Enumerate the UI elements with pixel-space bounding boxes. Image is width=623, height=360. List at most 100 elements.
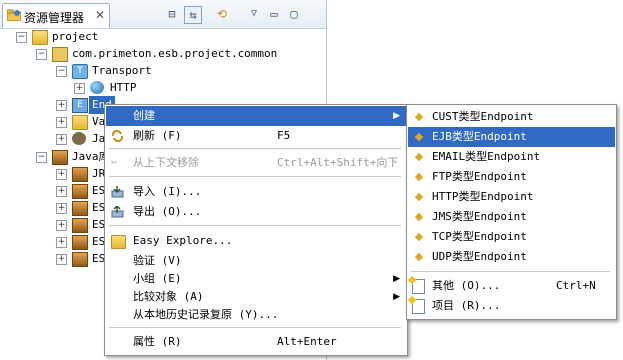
submenu-item-email[interactable]: EMAIL类型Endpoint bbox=[408, 147, 615, 167]
menu-item-compare[interactable]: 比较对象 (A) ▶ bbox=[106, 287, 406, 307]
menu-item-validate[interactable]: 验证 (V) bbox=[106, 251, 406, 271]
menu-item-create[interactable]: 创建 ▶ bbox=[106, 106, 406, 126]
menu-item-label: TCP类型Endpoint bbox=[432, 230, 527, 243]
menu-item-label: Easy Explore... bbox=[133, 234, 233, 247]
endpoint-diamond-icon bbox=[414, 152, 424, 162]
expand-toggle-icon[interactable]: + bbox=[56, 220, 67, 231]
jar-icon bbox=[72, 218, 88, 233]
endpoint-diamond-icon bbox=[414, 172, 424, 182]
collapse-toggle-icon[interactable]: − bbox=[16, 32, 27, 43]
menu-item-properties[interactable]: 属性 (R) Alt+Enter bbox=[106, 332, 406, 352]
module-icon bbox=[52, 47, 68, 62]
shortcut-label: Ctrl+Alt+Shift+向下 bbox=[277, 156, 399, 169]
shortcut-label: Ctrl+N bbox=[556, 279, 596, 292]
menu-item-label: 比较对象 (A) bbox=[133, 290, 204, 303]
globe-icon bbox=[90, 81, 104, 94]
new-wizard-icon bbox=[412, 279, 425, 294]
expand-toggle-icon[interactable]: + bbox=[56, 203, 67, 214]
menu-item-label: EJB类型Endpoint bbox=[432, 130, 527, 143]
folder-icon bbox=[72, 115, 88, 130]
submenu-item-jms[interactable]: JMS类型Endpoint bbox=[408, 207, 615, 227]
shortcut-label: Alt+Enter bbox=[277, 335, 337, 348]
collapse-toggle-icon[interactable]: − bbox=[36, 49, 47, 60]
menu-item-label: 从上下文移除 bbox=[133, 156, 199, 169]
sync-icon[interactable]: ⟲ bbox=[214, 6, 230, 22]
tree-node-label: Transport bbox=[92, 64, 152, 77]
submenu-item-http[interactable]: HTTP类型Endpoint bbox=[408, 187, 615, 207]
menu-item-label: 小组 (E) bbox=[133, 272, 182, 285]
collapse-toggle-icon[interactable]: − bbox=[56, 66, 67, 77]
java-source-icon bbox=[72, 132, 86, 145]
expand-toggle-icon[interactable]: + bbox=[56, 169, 67, 180]
menu-item-label: 项目 (R)... bbox=[432, 299, 501, 312]
menu-item-label: 创建 bbox=[133, 109, 155, 122]
menu-item-label: 刷新 (F) bbox=[133, 129, 182, 142]
link-editor-icon[interactable]: ⇆ bbox=[184, 6, 202, 24]
new-project-icon bbox=[412, 299, 425, 314]
view-menu-icon[interactable]: ▽ bbox=[246, 6, 262, 22]
menu-item-export[interactable]: 导出 (O)... bbox=[106, 202, 406, 222]
maximize-icon[interactable]: ▢ bbox=[286, 6, 302, 22]
submenu-item-cust[interactable]: CUST类型Endpoint bbox=[408, 107, 615, 127]
tree-node-http[interactable]: + HTTP bbox=[74, 79, 274, 97]
submenu-arrow-icon: ▶ bbox=[393, 292, 400, 302]
expand-toggle-icon[interactable]: + bbox=[56, 237, 67, 248]
menu-item-label: 导入 (I)... bbox=[133, 185, 202, 198]
endpoint-diamond-icon bbox=[414, 252, 424, 262]
create-submenu: CUST类型Endpoint EJB类型Endpoint EMAIL类型Endp… bbox=[406, 104, 617, 320]
expand-toggle-icon[interactable]: + bbox=[56, 117, 67, 128]
submenu-item-ftp[interactable]: FTP类型Endpoint bbox=[408, 167, 615, 187]
panel-header: 资源管理器 ✕ ⊟ ⇆ ⟲ ▽ ▭ ▢ bbox=[0, 0, 326, 29]
endpoint-diamond-icon bbox=[414, 232, 424, 242]
explorer-tab-label: 资源管理器 bbox=[24, 11, 85, 25]
menu-item-label: HTTP类型Endpoint bbox=[432, 190, 534, 203]
shortcut-label: F5 bbox=[277, 129, 291, 142]
submenu-item-udp[interactable]: UDP类型Endpoint bbox=[408, 247, 615, 267]
menu-item-import[interactable]: 导入 (I)... bbox=[106, 182, 406, 202]
endpoint-diamond-icon bbox=[414, 212, 424, 222]
menu-item-label: 其他 (O)... bbox=[432, 279, 501, 292]
submenu-arrow-icon: ▶ bbox=[393, 111, 400, 121]
submenu-item-project[interactable]: 项目 (R)... bbox=[408, 296, 615, 316]
endpoint-diamond-icon bbox=[414, 192, 424, 202]
tree-node-project[interactable]: − project bbox=[16, 28, 216, 46]
tree-node-label: com.primeton.esb.project.common bbox=[72, 47, 278, 60]
expand-toggle-icon[interactable]: + bbox=[56, 100, 67, 111]
menu-separator bbox=[411, 271, 610, 272]
collapse-toggle-icon[interactable]: − bbox=[36, 152, 47, 163]
menu-item-refresh[interactable]: 刷新 (F) F5 bbox=[106, 126, 406, 146]
menu-item-label: 验证 (V) bbox=[133, 254, 182, 267]
expand-toggle-icon[interactable]: + bbox=[56, 254, 67, 265]
expand-toggle-icon[interactable]: + bbox=[56, 134, 67, 145]
tree-node-label: HTTP bbox=[110, 81, 137, 94]
tree-node-transport[interactable]: − T Transport bbox=[56, 62, 256, 80]
project-folder-icon bbox=[32, 30, 48, 45]
menu-item-restore-history[interactable]: 从本地历史记录复原 (Y)... bbox=[106, 305, 406, 325]
expand-toggle-icon[interactable]: + bbox=[56, 186, 67, 197]
menu-item-remove-context[interactable]: ✂ 从上下文移除 Ctrl+Alt+Shift+向下 bbox=[106, 153, 406, 173]
menu-item-label: JMS类型Endpoint bbox=[432, 210, 527, 223]
menu-item-easy-explore[interactable]: Easy Explore... bbox=[106, 231, 406, 251]
endpoint-diamond-icon bbox=[414, 132, 424, 142]
import-icon bbox=[111, 186, 124, 198]
expand-toggle-icon[interactable]: + bbox=[74, 83, 85, 94]
menu-separator bbox=[109, 225, 401, 226]
menu-item-label: 导出 (O)... bbox=[133, 205, 202, 218]
menu-item-label: 属性 (R) bbox=[133, 335, 182, 348]
menu-separator bbox=[109, 327, 401, 328]
minimize-icon[interactable]: ▭ bbox=[266, 6, 282, 22]
tree-node-module[interactable]: − com.primeton.esb.project.common bbox=[36, 45, 326, 63]
jar-icon bbox=[72, 235, 88, 250]
submenu-item-ejb[interactable]: EJB类型Endpoint bbox=[408, 127, 615, 147]
menu-item-label: EMAIL类型Endpoint bbox=[432, 150, 541, 163]
collapse-all-icon[interactable]: ⊟ bbox=[164, 6, 180, 22]
tree-node-label: project bbox=[52, 30, 99, 43]
submenu-item-other[interactable]: 其他 (O)... Ctrl+N bbox=[408, 276, 615, 296]
submenu-item-tcp[interactable]: TCP类型Endpoint bbox=[408, 227, 615, 247]
explorer-tab[interactable]: 资源管理器 ✕ bbox=[2, 3, 110, 28]
close-icon[interactable]: ✕ bbox=[95, 8, 105, 22]
submenu-arrow-icon: ▶ bbox=[393, 274, 400, 284]
menu-item-team[interactable]: 小组 (E) ▶ bbox=[106, 269, 406, 289]
endpoint-icon: E bbox=[72, 98, 88, 113]
jar-icon bbox=[72, 184, 88, 199]
